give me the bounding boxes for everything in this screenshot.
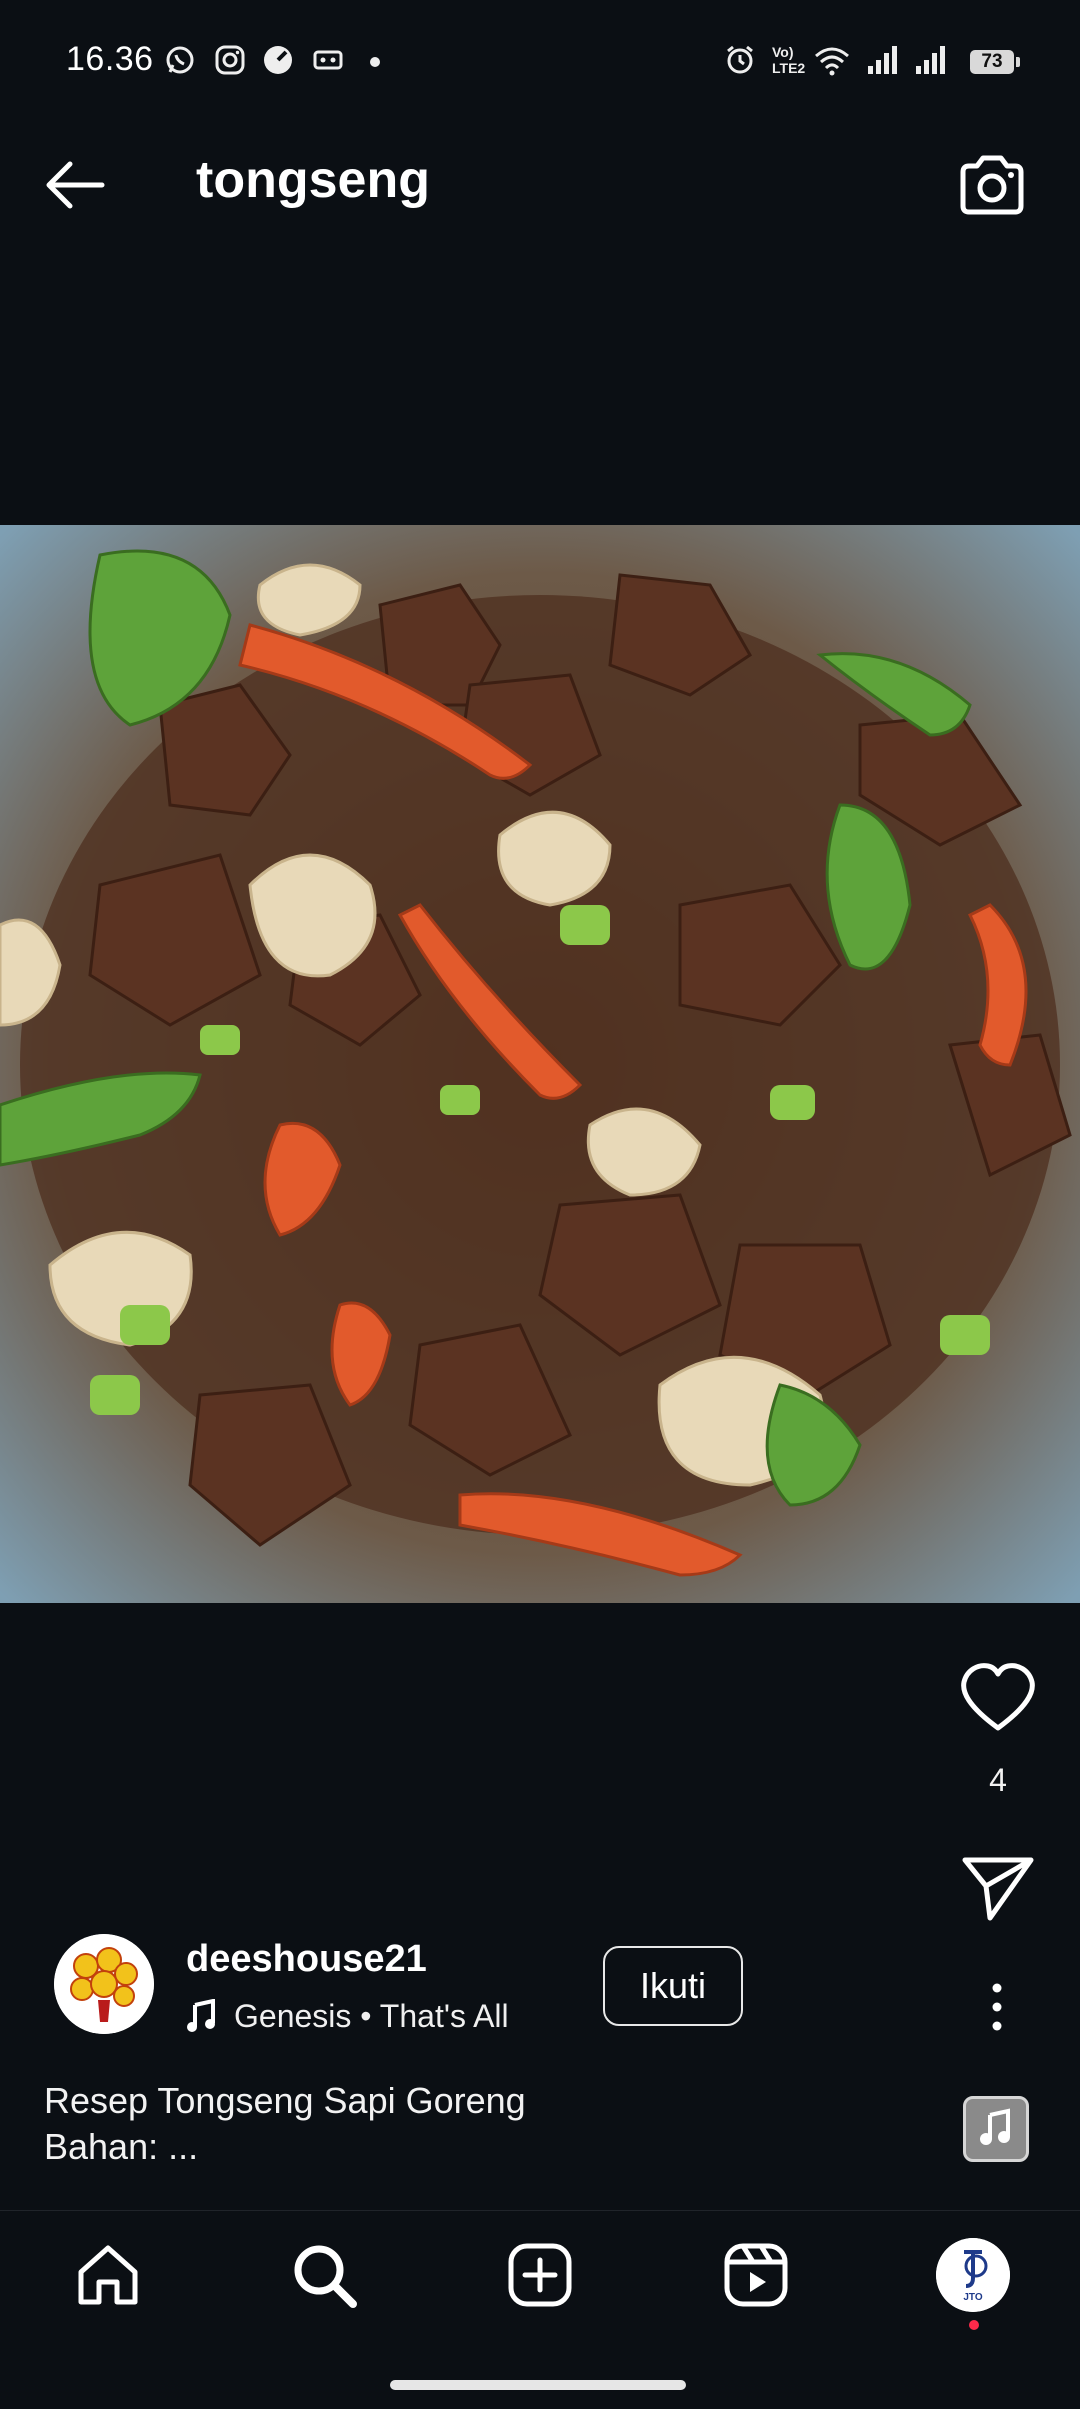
whatsapp-icon [166, 46, 194, 74]
music-label: Genesis • That's All [234, 1997, 509, 2034]
send-icon[interactable] [960, 1852, 1036, 1924]
search-icon[interactable] [289, 2240, 359, 2310]
status-time: 16.36 [66, 40, 154, 78]
tongseng-photo [0, 525, 1080, 1603]
notification-dot [969, 2320, 979, 2330]
home-icon[interactable] [73, 2240, 143, 2310]
instagram-icon [215, 45, 245, 75]
post-caption[interactable]: Resep Tongseng Sapi Goreng Bahan: ... [44, 2078, 526, 2170]
arrow-left-icon[interactable] [40, 150, 110, 220]
audio-thumbnail[interactable] [963, 2096, 1029, 2162]
author-username[interactable]: deeshouse21 [186, 1938, 427, 1981]
battery-indicator: 73 [970, 50, 1020, 74]
post-image[interactable] [0, 525, 1080, 1603]
header [0, 100, 1080, 270]
signal-icon-2 [916, 46, 945, 74]
wifi-icon [815, 47, 849, 76]
home-indicator[interactable] [390, 2380, 686, 2390]
heart-icon[interactable] [958, 1660, 1038, 1736]
avatar-image [54, 1934, 154, 2034]
speed-icon [264, 46, 292, 74]
music-note-icon [980, 2108, 1010, 2145]
notification-dot-icon [370, 57, 380, 67]
music-note-icon [187, 1999, 215, 2032]
page-title: tongseng [196, 151, 430, 209]
reels-icon[interactable] [721, 2240, 791, 2310]
music-info[interactable]: Genesis • That's All [186, 1994, 509, 2038]
caption-line-2: Bahan: ... [44, 2126, 199, 2167]
profile-logo: JTO [936, 2238, 1010, 2312]
author-avatar[interactable] [54, 1934, 154, 2034]
cassette-icon [313, 50, 343, 70]
camera-icon[interactable] [955, 148, 1029, 222]
signal-icon [868, 46, 897, 74]
alarm-icon [727, 45, 753, 74]
create-post-icon[interactable] [505, 2240, 575, 2310]
follow-button[interactable]: Ikuti [603, 1946, 743, 2026]
profile-initials: JTO [963, 2292, 982, 2303]
profile-avatar[interactable]: JTO [936, 2238, 1010, 2312]
like-count[interactable]: 4 [958, 1762, 1038, 1799]
caption-line-1: Resep Tongseng Sapi Goreng [44, 2080, 526, 2121]
network-label: Vo) LTE2 [772, 44, 806, 76]
more-options-icon[interactable] [980, 1980, 1014, 2034]
